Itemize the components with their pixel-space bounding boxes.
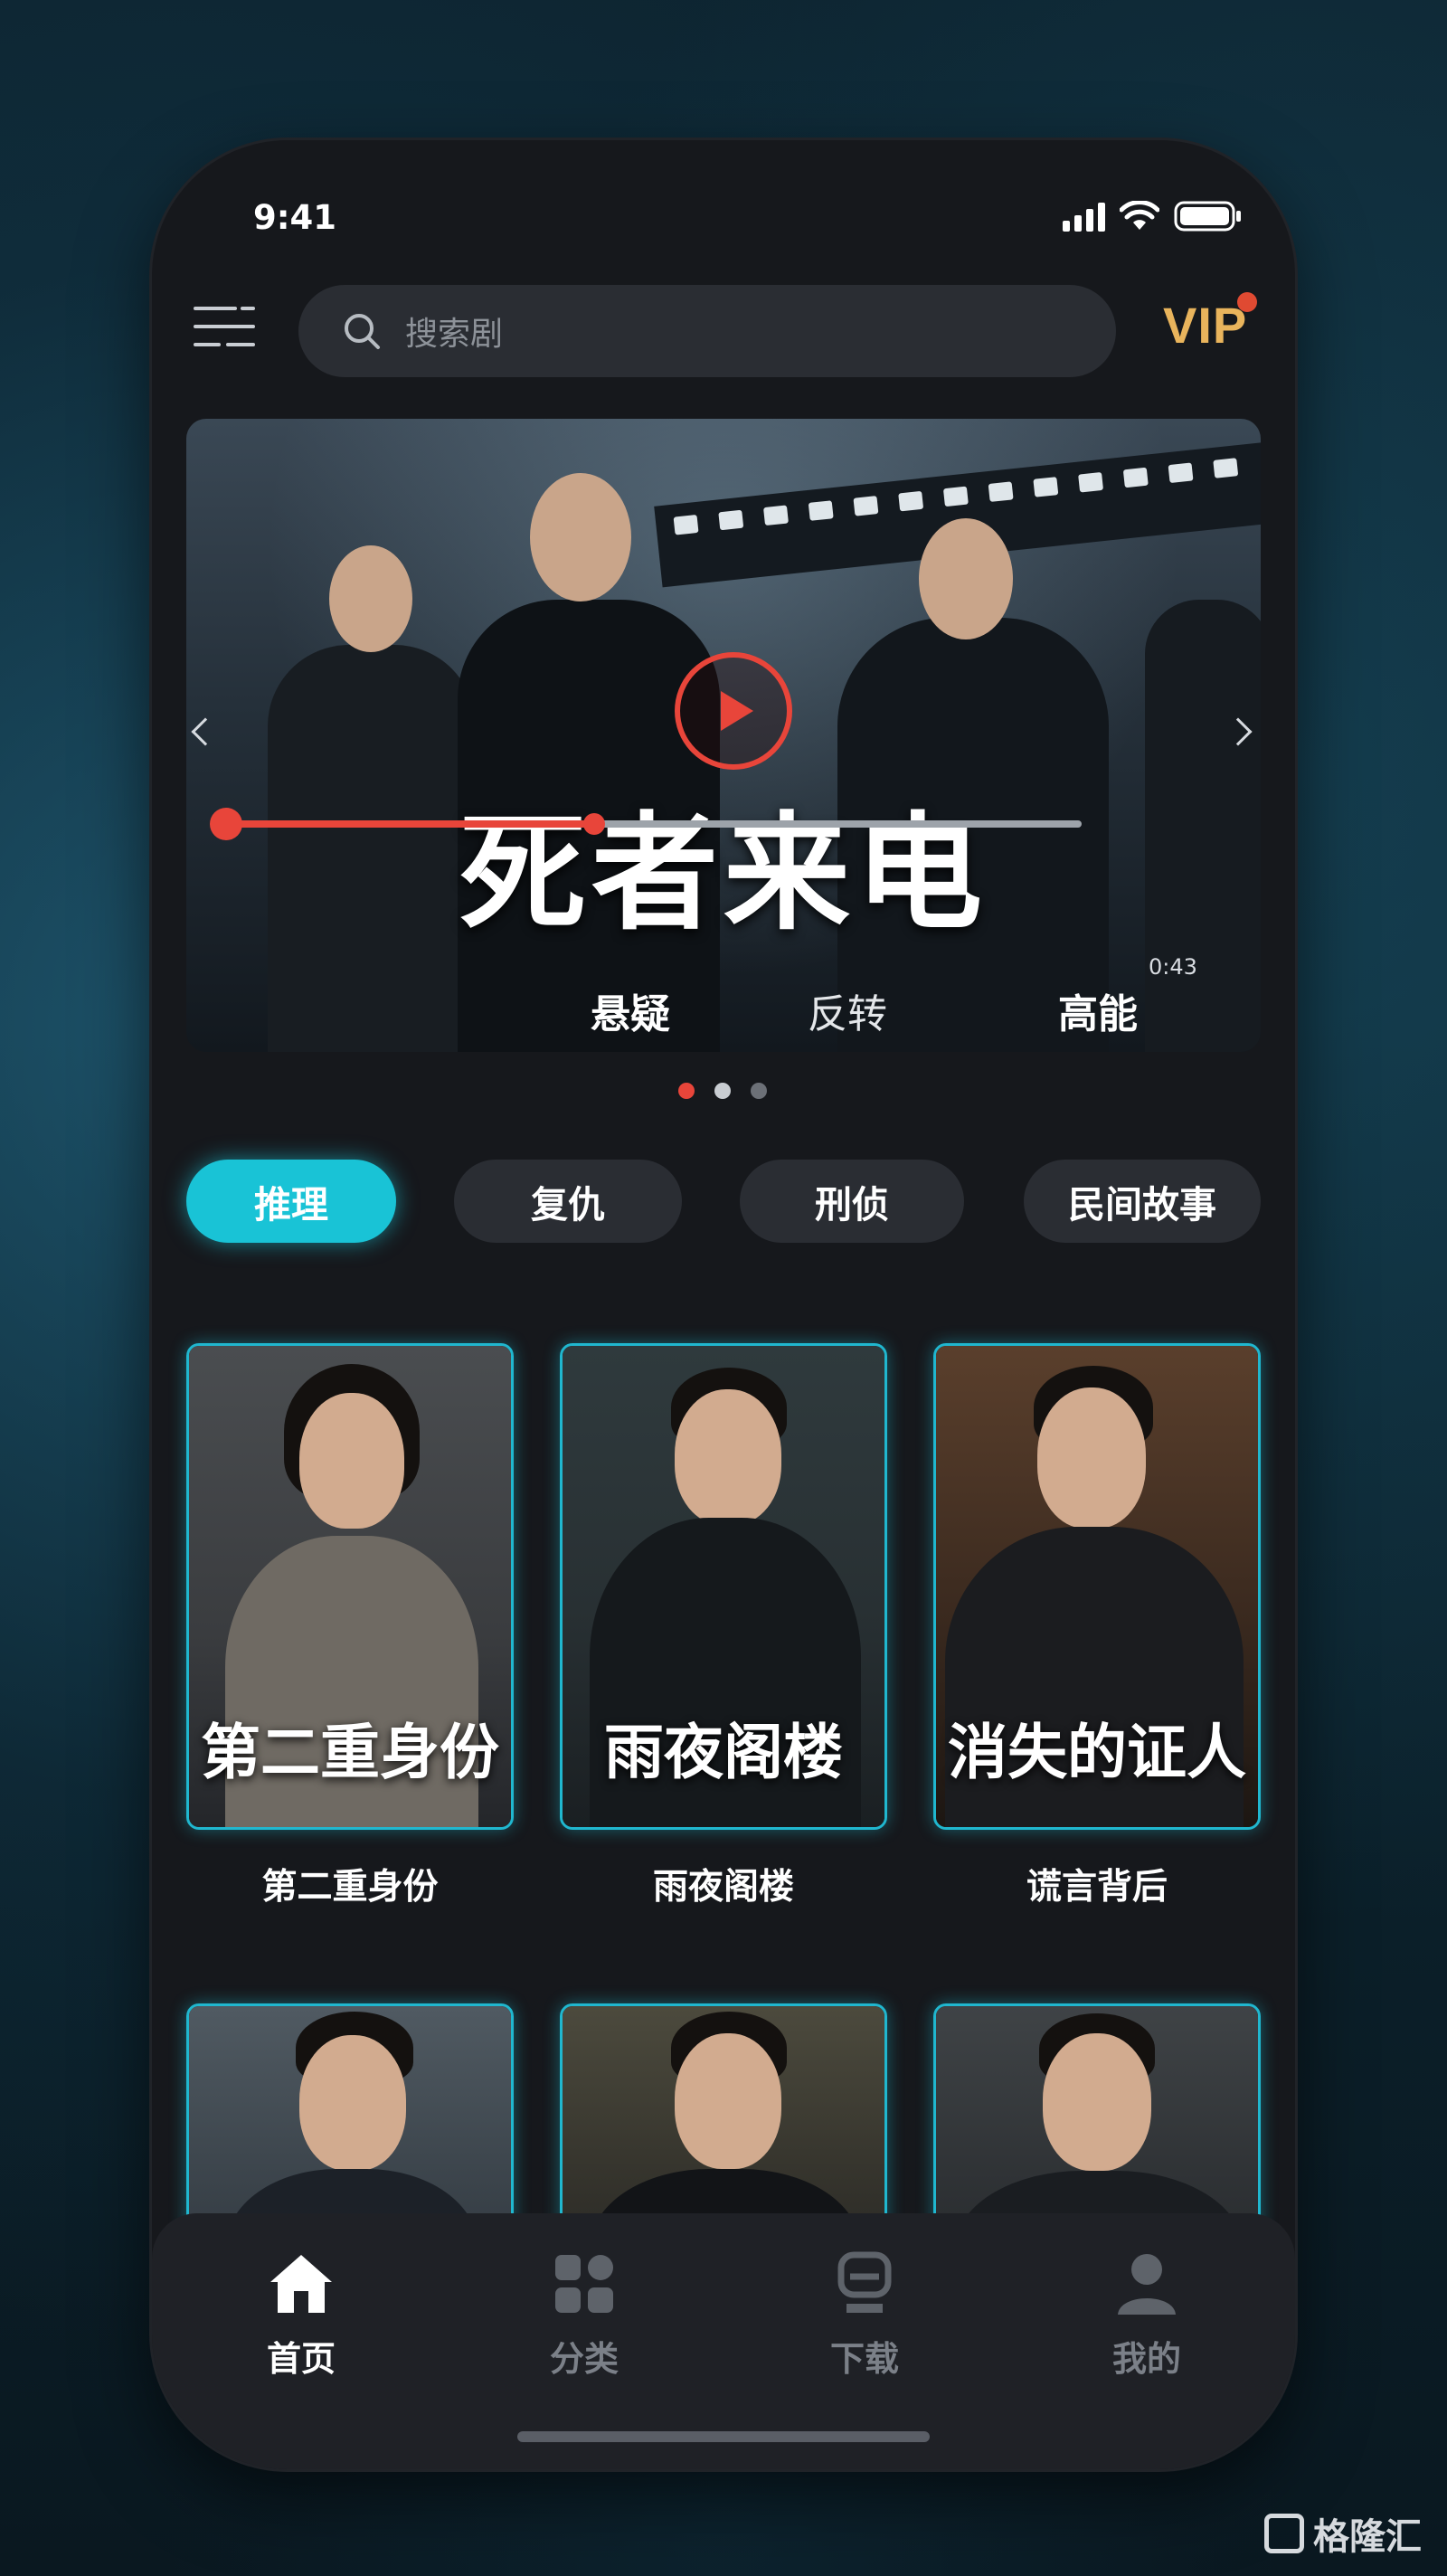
category-chip-folk-tales[interactable]: 民间故事 bbox=[1024, 1160, 1261, 1243]
watermark-text: 格隆汇 bbox=[1313, 2516, 1422, 2558]
category-chip-criminal[interactable]: 刑侦 bbox=[740, 1160, 964, 1243]
poster-face bbox=[1043, 2033, 1151, 2171]
tab-home[interactable]: 首页 bbox=[229, 2249, 374, 2381]
poster-face bbox=[675, 2033, 781, 2169]
poster-face bbox=[675, 1389, 781, 1525]
banner-tag: 高能 bbox=[1058, 991, 1138, 1037]
playback-progress-fill bbox=[226, 820, 594, 828]
poster-face bbox=[299, 2035, 406, 2171]
banner-prev-arrow-icon[interactable] bbox=[191, 717, 220, 746]
watermark-logo-icon bbox=[1264, 2514, 1304, 2553]
phone-frame: 9:41 搜索剧 VIP 死者来电 0:43 悬疑 反转 高能 推理 复仇 刑侦… bbox=[152, 140, 1295, 2469]
category-chip-revenge[interactable]: 复仇 bbox=[454, 1160, 682, 1243]
drama-title[interactable]: 雨夜阁楼 bbox=[560, 1859, 887, 1909]
progress-scrubber-handle[interactable] bbox=[582, 813, 605, 835]
featured-banner[interactable]: 死者来电 bbox=[186, 419, 1261, 1052]
status-bar: 9:41 bbox=[152, 191, 1295, 245]
search-bar[interactable]: 搜索剧 bbox=[298, 285, 1116, 377]
tab-download-label: 下载 bbox=[829, 2339, 899, 2379]
poster-title: 第二重身份 bbox=[201, 1717, 499, 1787]
progress-start-knob bbox=[210, 808, 242, 840]
user-icon bbox=[1118, 2254, 1176, 2315]
play-button[interactable] bbox=[675, 652, 792, 770]
drama-card[interactable]: 雨夜阁楼 bbox=[560, 1343, 887, 1830]
tab-category[interactable]: 分类 bbox=[512, 2249, 657, 2381]
drama-poster bbox=[936, 2006, 1258, 2236]
pagination-dot-active[interactable] bbox=[678, 1083, 695, 1099]
banner-title: 死者来电 bbox=[459, 800, 988, 948]
drama-card[interactable]: 消失的证人 bbox=[933, 1343, 1261, 1830]
cellular-signal-icon bbox=[1063, 201, 1105, 232]
pagination-dot[interactable] bbox=[714, 1083, 731, 1099]
play-icon bbox=[721, 691, 753, 731]
battery-icon bbox=[1174, 201, 1241, 232]
drama-card-partial[interactable] bbox=[560, 2003, 887, 2239]
banner-pagination bbox=[678, 1083, 767, 1099]
vip-notification-badge bbox=[1237, 292, 1257, 312]
search-icon bbox=[345, 314, 380, 349]
tab-profile[interactable]: 我的 bbox=[1074, 2249, 1219, 2381]
tab-download[interactable]: 下载 bbox=[792, 2249, 937, 2381]
download-icon bbox=[837, 2251, 892, 2313]
home-icon bbox=[270, 2255, 332, 2313]
drama-poster bbox=[563, 2006, 884, 2236]
banner-face-woman bbox=[329, 545, 412, 652]
drama-title[interactable]: 谎言背后 bbox=[933, 1859, 1261, 1909]
poster-title: 消失的证人 bbox=[948, 1717, 1246, 1787]
pagination-dot[interactable] bbox=[751, 1083, 767, 1099]
search-placeholder: 搜索剧 bbox=[405, 316, 504, 353]
poster-face bbox=[1037, 1387, 1146, 1529]
watermark: 格隆汇 bbox=[1264, 2507, 1422, 2560]
poster-face bbox=[299, 1393, 404, 1529]
status-icons bbox=[1063, 200, 1243, 232]
menu-icon[interactable] bbox=[194, 301, 255, 352]
playback-time: 0:43 bbox=[1149, 954, 1197, 980]
drama-card[interactable]: 第二重身份 bbox=[186, 1343, 514, 1830]
tab-category-label: 分类 bbox=[549, 2339, 619, 2379]
drama-title[interactable]: 第二重身份 bbox=[186, 1859, 514, 1909]
drama-card-partial[interactable] bbox=[933, 2003, 1261, 2239]
category-chip-mystery[interactable]: 推理 bbox=[186, 1160, 396, 1243]
banner-face-right bbox=[919, 518, 1013, 639]
playback-progress-bar[interactable] bbox=[210, 808, 1082, 840]
grid-icon bbox=[555, 2255, 613, 2313]
tab-profile-label: 我的 bbox=[1111, 2339, 1181, 2379]
category-chips: 推理 复仇 刑侦 民间故事 bbox=[186, 1160, 1261, 1246]
banner-face-center bbox=[530, 473, 631, 601]
home-indicator[interactable] bbox=[517, 2431, 930, 2442]
wifi-icon bbox=[1120, 201, 1159, 230]
tab-home-label: 首页 bbox=[266, 2339, 336, 2379]
banner-tags: 悬疑 反转 高能 bbox=[152, 981, 1295, 1037]
poster-title: 雨夜阁楼 bbox=[604, 1717, 843, 1787]
status-time: 9:41 bbox=[253, 198, 337, 237]
drama-poster bbox=[189, 2006, 511, 2236]
drama-card-partial[interactable] bbox=[186, 2003, 514, 2239]
vip-button[interactable]: VIP bbox=[1163, 296, 1247, 355]
banner-tag: 反转 bbox=[808, 991, 887, 1037]
banner-tag: 悬疑 bbox=[591, 991, 670, 1037]
